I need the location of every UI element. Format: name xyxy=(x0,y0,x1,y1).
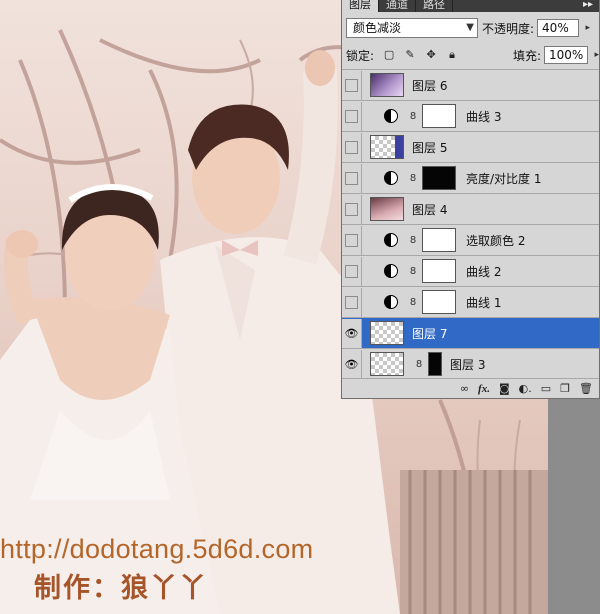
hidden-box-icon xyxy=(345,109,358,123)
adjustment-layer-icon xyxy=(384,233,398,247)
hidden-box-icon xyxy=(345,140,358,154)
layer-name: 图层 5 xyxy=(412,140,448,155)
layer-thumbnail xyxy=(370,135,404,159)
fill-input[interactable]: 100% ▸ xyxy=(544,46,599,64)
layer-name: 图层 4 xyxy=(412,202,448,217)
lock-all-icon[interactable]: 🔒︎ xyxy=(445,48,459,62)
visibility-toggle[interactable] xyxy=(342,225,362,255)
visibility-toggle[interactable] xyxy=(342,194,362,224)
layer-mask-thumbnail xyxy=(422,166,456,190)
layer-name: 图层 6 xyxy=(412,78,448,93)
watermark-url: http://dodotang.5d6d.com xyxy=(0,534,314,564)
fx-icon[interactable]: fx. xyxy=(478,382,490,396)
layer-name: 曲线 1 xyxy=(466,295,502,310)
layer-name: 选取颜色 2 xyxy=(466,233,526,248)
visibility-toggle[interactable] xyxy=(342,287,362,317)
layer-row[interactable]: 图层 5 xyxy=(342,131,599,162)
tab-paths[interactable]: 路径 xyxy=(416,0,453,12)
fill-value: 100% xyxy=(549,48,584,62)
add-mask-icon[interactable]: ◙ xyxy=(499,382,510,396)
eye-icon: 👁︎ xyxy=(344,357,359,371)
layer-row[interactable]: 图层 4 xyxy=(342,193,599,224)
layer-row[interactable]: 图层 6 xyxy=(342,69,599,100)
layer-mask-thumbnail xyxy=(422,104,456,128)
blend-row: 颜色减淡 ▼ 不透明度: 40% ▸ xyxy=(346,17,598,39)
lock-move-icon[interactable]: ✥ xyxy=(424,48,438,62)
eye-icon: 👁︎ xyxy=(344,326,359,340)
opacity-label: 不透明度: xyxy=(482,21,535,36)
hidden-box-icon xyxy=(345,171,358,185)
lock-label: 锁定: xyxy=(346,48,375,63)
layer-row[interactable]: 8 选取颜色 2 xyxy=(342,224,599,255)
layer-list: 图层 6 8 曲线 3 图层 5 8 亮度/对比度 1 图层 4 8 选取颜色 … xyxy=(342,69,599,379)
layer-mask-thumbnail xyxy=(422,228,456,252)
visibility-toggle[interactable] xyxy=(342,256,362,286)
fill-label: 填充: xyxy=(512,48,541,63)
visibility-toggle[interactable]: 👁︎ xyxy=(342,318,362,348)
hidden-box-icon xyxy=(345,264,358,278)
link-icon[interactable]: ∞ xyxy=(460,382,469,396)
layer-name: 曲线 2 xyxy=(466,264,502,279)
tab-channels[interactable]: 通道 xyxy=(379,0,416,12)
layer-thumbnail xyxy=(370,352,404,376)
slider-arrow-icon[interactable]: ▸ xyxy=(586,20,591,36)
layer-name: 曲线 3 xyxy=(466,109,502,124)
layer-name: 图层 7 xyxy=(412,326,448,341)
layer-row[interactable]: 8 曲线 2 xyxy=(342,255,599,286)
link-chain-icon: 8 xyxy=(415,358,423,370)
panel-tab-bar: 图层 通道 路径 ▸▸ xyxy=(342,0,599,12)
layer-row[interactable]: 8 曲线 3 xyxy=(342,100,599,131)
lock-transparent-icon[interactable]: ▢ xyxy=(382,48,396,62)
link-chain-icon: 8 xyxy=(409,110,417,122)
hidden-box-icon xyxy=(345,233,358,247)
chevron-down-icon: ▼ xyxy=(466,22,474,33)
layer-row-selected[interactable]: 👁︎ 图层 7 xyxy=(342,317,599,348)
link-chain-icon: 8 xyxy=(409,172,417,184)
adjustment-layer-icon xyxy=(384,264,398,278)
opacity-input[interactable]: 40% ▸ xyxy=(537,19,590,37)
adjustment-layer-icon xyxy=(384,109,398,123)
layer-mask-thumbnail xyxy=(428,352,442,376)
lock-paint-brush-icon[interactable]: ✎ xyxy=(403,48,417,62)
layer-mask-thumbnail xyxy=(422,290,456,314)
hidden-box-icon xyxy=(345,78,358,92)
layer-mask-thumbnail xyxy=(422,259,456,283)
visibility-toggle[interactable] xyxy=(342,163,362,193)
adjustment-layer-icon xyxy=(384,171,398,185)
layer-row[interactable]: 8 曲线 1 xyxy=(342,286,599,317)
layer-name: 亮度/对比度 1 xyxy=(466,171,542,186)
visibility-toggle[interactable]: 👁︎ xyxy=(342,349,362,379)
layer-thumbnail xyxy=(370,321,404,345)
tab-layers[interactable]: 图层 xyxy=(342,0,379,12)
layer-row[interactable]: 8 亮度/对比度 1 xyxy=(342,162,599,193)
slider-arrow-icon[interactable]: ▸ xyxy=(594,47,599,63)
blend-mode-select[interactable]: 颜色减淡 ▼ xyxy=(346,18,478,38)
layer-name: 图层 3 xyxy=(450,357,486,372)
link-chain-icon: 8 xyxy=(409,265,417,277)
layer-row[interactable]: 👁︎ 8 图层 3 xyxy=(342,348,599,379)
lock-row: 锁定: ▢ ✎ ✥ 🔒︎ 填充: 100% ▸ xyxy=(346,45,599,65)
trash-icon[interactable]: 🗑︎ xyxy=(579,382,593,396)
panel-menu-icon[interactable]: ▸▸ xyxy=(577,0,599,12)
link-chain-icon: 8 xyxy=(409,296,417,308)
panel-footer-toolbar: ∞ fx. ◙ ◐. ▭ ❐ 🗑︎ xyxy=(342,378,599,398)
watermark-author: 制作：狼丫丫 xyxy=(34,573,208,604)
link-chain-icon: 8 xyxy=(409,234,417,246)
blend-mode-value: 颜色减淡 xyxy=(353,21,402,35)
layers-panel: 图层 通道 路径 ▸▸ 颜色减淡 ▼ 不透明度: 40% ▸ 锁定: ▢ ✎ ✥… xyxy=(341,0,600,399)
visibility-toggle[interactable] xyxy=(342,132,362,162)
hidden-box-icon xyxy=(345,295,358,309)
visibility-toggle[interactable] xyxy=(342,101,362,131)
hidden-box-icon xyxy=(345,202,358,216)
layer-thumbnail xyxy=(370,197,404,221)
adjustment-icon[interactable]: ◐. xyxy=(519,382,532,396)
new-layer-icon[interactable]: ❐ xyxy=(560,382,570,396)
layer-thumbnail xyxy=(370,73,404,97)
adjustment-layer-icon xyxy=(384,295,398,309)
group-folder-icon[interactable]: ▭ xyxy=(541,382,551,396)
visibility-toggle[interactable] xyxy=(342,70,362,100)
opacity-value: 40% xyxy=(542,21,569,35)
